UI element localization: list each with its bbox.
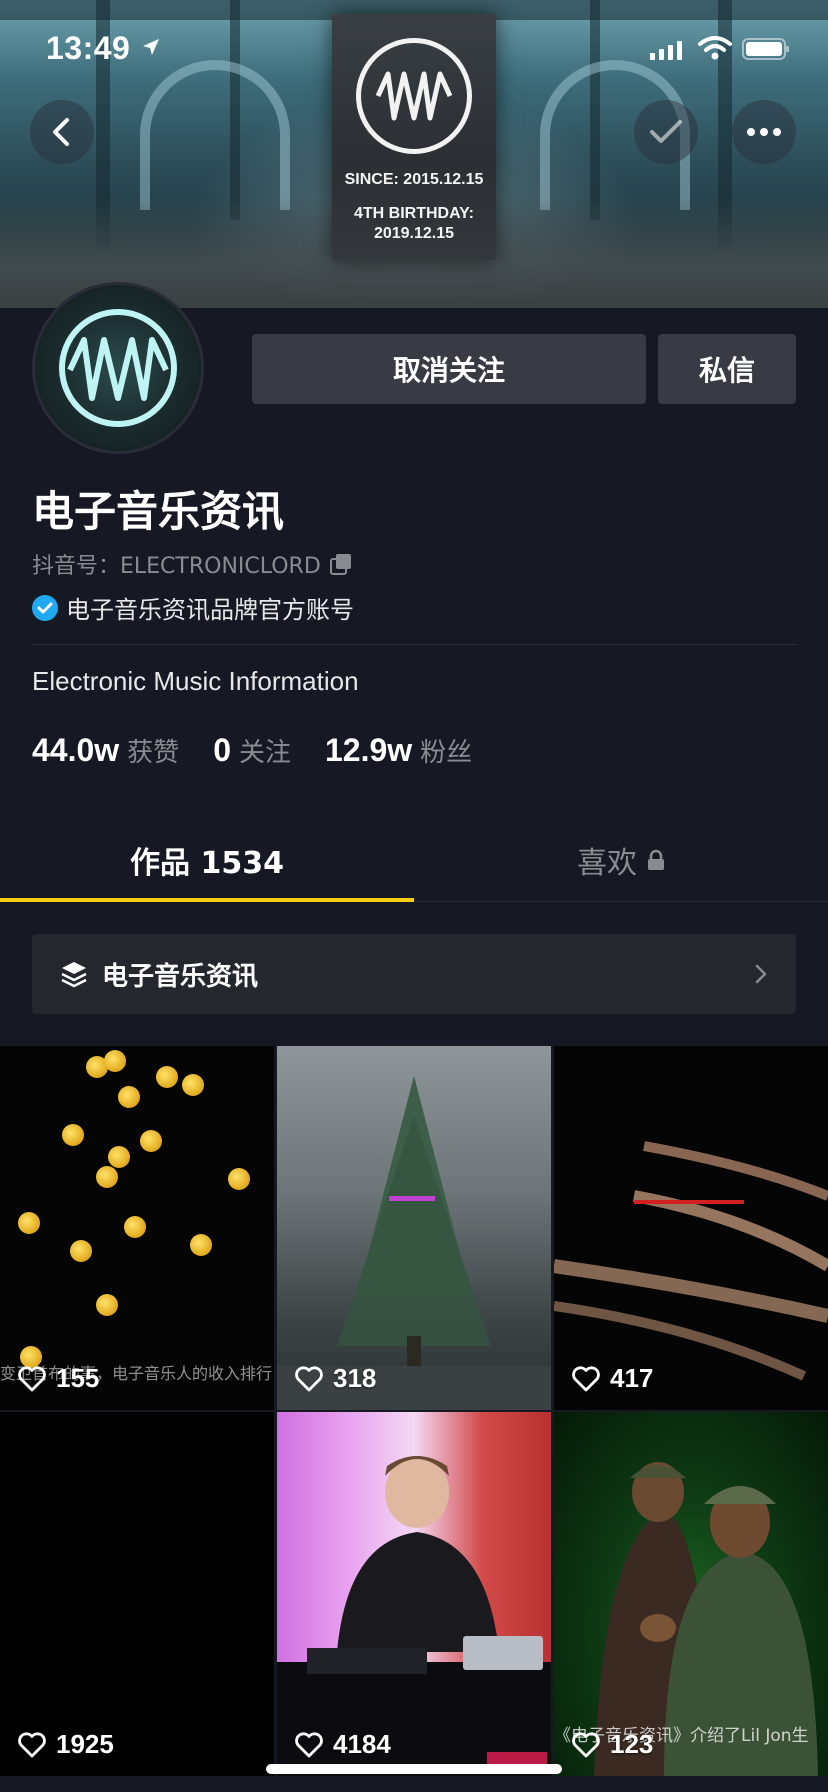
collection-bar[interactable]: 电子音乐资讯 — [32, 934, 796, 1014]
tab-likes-label: 喜欢 — [577, 846, 637, 881]
copy-icon[interactable] — [329, 552, 353, 576]
wifi-icon — [698, 36, 732, 60]
location-arrow-icon — [143, 39, 159, 55]
like-count-value: 318 — [333, 1363, 377, 1393]
message-button[interactable]: 私信 — [658, 334, 796, 404]
poster-date-text: 2019.12.15 — [373, 225, 455, 242]
cellular-signal-icon — [650, 41, 682, 60]
bio-text: Electronic Music Information — [32, 666, 359, 696]
video-thumbnail[interactable]: 318 — [277, 1046, 551, 1410]
video-thumbnail[interactable]: 417 — [554, 1046, 828, 1410]
verified-badge-icon — [32, 594, 58, 621]
battery-icon — [742, 38, 789, 60]
heart-icon — [295, 1731, 323, 1757]
tab-works[interactable]: 作品 1534 — [0, 818, 414, 902]
stat-label: 获赞 — [127, 738, 180, 768]
like-count: 1925 — [18, 1729, 114, 1760]
status-bar: 13:49 — [0, 0, 828, 100]
heart-icon — [295, 1365, 323, 1391]
tree-thumbnail-art — [277, 1076, 551, 1410]
profile-name: 电子音乐资讯 — [32, 487, 285, 536]
followed-check-button[interactable] — [634, 100, 698, 164]
video-thumbnail[interactable]: 《电子音乐资讯》介绍了Lil Jon生 123 — [554, 1412, 828, 1776]
status-time: 13:49 — [46, 30, 131, 66]
video-thumbnail[interactable]: 4184 — [277, 1412, 551, 1776]
douyin-id-row: 抖音号：ELECTRONICLORD — [32, 548, 353, 580]
stat-label: 关注 — [238, 738, 291, 768]
checkmark-icon — [650, 120, 682, 143]
poster-since-text: SINCE: 2015.12.15 — [344, 171, 484, 188]
back-button[interactable] — [30, 100, 94, 164]
like-count: 155 — [18, 1363, 99, 1394]
chevron-left-icon — [53, 118, 69, 146]
video-thumbnail[interactable]: 1925 — [0, 1412, 274, 1776]
like-count-value: 123 — [610, 1729, 654, 1759]
tab-active-indicator — [0, 898, 414, 902]
layers-icon — [61, 962, 87, 988]
chevron-right-icon — [755, 964, 767, 984]
stats-row: 44.0w 获赞 0 关注 12.9w 粉丝 — [32, 732, 472, 769]
heart-icon — [18, 1365, 46, 1391]
like-count-value: 155 — [56, 1363, 100, 1393]
douyin-id-text: 抖音号：ELECTRONICLORD — [32, 554, 321, 579]
home-indicator[interactable] — [266, 1764, 562, 1774]
stat-followers[interactable]: 12.9w 粉丝 — [325, 732, 472, 769]
stat-value: 44.0w — [32, 732, 120, 768]
verification-row: 电子音乐资讯品牌官方账号 — [32, 590, 354, 625]
stat-following[interactable]: 0 关注 — [213, 732, 291, 769]
like-count: 123 — [572, 1729, 653, 1760]
like-count: 4184 — [295, 1729, 391, 1760]
content-tabs: 作品 1534 喜欢 — [0, 818, 828, 902]
stat-label: 粉丝 — [420, 738, 473, 768]
like-count: 318 — [295, 1363, 376, 1394]
like-count-value: 4184 — [333, 1729, 391, 1759]
like-count-value: 417 — [610, 1363, 654, 1393]
streaks-thumbnail-art — [554, 1141, 828, 1381]
collection-label: 电子音乐资讯 — [102, 961, 259, 992]
more-dots-icon — [747, 128, 781, 136]
stat-value: 0 — [213, 732, 231, 768]
heart-icon — [572, 1365, 600, 1391]
video-thumbnail[interactable]: 变卫首布的事，电子音乐人的收入排行 155 — [0, 1046, 274, 1410]
verification-text: 电子音乐资讯品牌官方账号 — [66, 596, 354, 624]
tab-works-label: 作品 1534 — [130, 846, 284, 881]
avatar[interactable] — [32, 282, 204, 454]
stat-likes[interactable]: 44.0w 获赞 — [32, 732, 179, 769]
like-count-value: 1925 — [56, 1729, 114, 1759]
stat-value: 12.9w — [325, 732, 413, 768]
profile-page: SINCE: 2015.12.15 4TH BIRTHDAY: 2019.12.… — [0, 0, 828, 1792]
lock-icon — [648, 849, 664, 870]
like-count: 417 — [572, 1363, 653, 1394]
unfollow-button[interactable]: 取消关注 — [252, 334, 646, 404]
heart-icon — [572, 1731, 600, 1757]
dj-thumbnail-art — [277, 1456, 551, 1776]
divider — [32, 644, 796, 645]
more-options-button[interactable] — [732, 100, 796, 164]
video-grid: 变卫首布的事，电子音乐人的收入排行 155 318 417 1925 4184 … — [0, 1046, 828, 1792]
tab-likes[interactable]: 喜欢 — [414, 818, 828, 902]
heart-icon — [18, 1731, 46, 1757]
poster-birthday-text: 4TH BIRTHDAY: — [353, 205, 474, 222]
avatar-logo-icon — [59, 309, 177, 427]
